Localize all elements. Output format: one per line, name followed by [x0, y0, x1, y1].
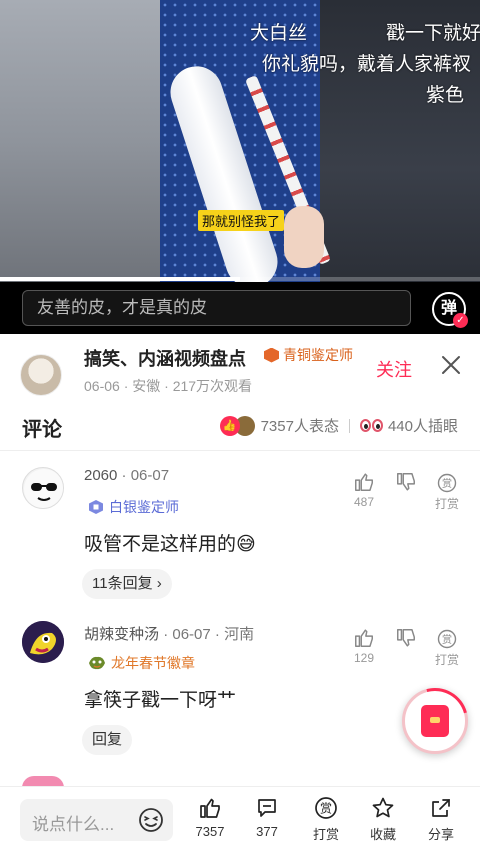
- video-subtitle: 那就别怪我了: [198, 210, 285, 231]
- bronze-badge-icon: [264, 347, 279, 363]
- share-icon: [432, 799, 450, 817]
- video-caption-top-right: 戳一下就好: [386, 23, 480, 44]
- video-caption-top-left: 大白丝: [250, 23, 308, 44]
- svg-text:赏: 赏: [320, 802, 332, 816]
- share-button[interactable]: 分享: [419, 796, 463, 843]
- comment-tip-button[interactable]: 赏 打赏: [432, 473, 462, 512]
- comment-username[interactable]: 胡辣变种汤: [84, 626, 159, 643]
- comment-dot: ·: [163, 626, 173, 643]
- comment-date: 06-07: [130, 467, 170, 484]
- comment-input[interactable]: 说点什么...: [20, 799, 173, 841]
- author-badge-label: 青铜鉴定师: [283, 347, 353, 363]
- comment-like-button[interactable]: 487: [349, 471, 379, 509]
- like-count: 7357: [195, 824, 225, 839]
- comment-dislike-button[interactable]: [391, 627, 421, 651]
- video-hand-figure: [284, 206, 324, 268]
- red-packet-icon: [421, 705, 449, 737]
- comment-avatar[interactable]: [22, 467, 64, 509]
- comment-avatar[interactable]: [22, 621, 64, 663]
- tip-button[interactable]: 赏 打赏: [304, 796, 348, 843]
- reaction-separator: [348, 418, 350, 433]
- author-avatar[interactable]: [20, 354, 62, 396]
- comment-bubble-icon: [258, 799, 276, 817]
- dragon-badge-icon: [89, 656, 105, 670]
- thumbs-up-reaction-icon: 👍: [219, 415, 240, 436]
- red-packet-button[interactable]: [389, 675, 480, 767]
- video-player[interactable]: 大白丝 戳一下就好 你礼貌吗，戴着人家裤衩 紫色 那就别怪我了: [0, 0, 480, 282]
- comment-like-button[interactable]: 129: [349, 627, 379, 665]
- comment-like-count: 487: [353, 495, 375, 509]
- comment-tag[interactable]: 白银鉴定师: [88, 497, 179, 517]
- author-badge[interactable]: 青铜鉴定师: [264, 345, 353, 365]
- author-name[interactable]: 搞笑、内涵视频盘点: [84, 345, 246, 371]
- thumbs-up-icon: [355, 629, 373, 647]
- favorite-label: 收藏: [369, 827, 396, 842]
- silver-badge-icon: [89, 500, 103, 514]
- video-caption-line2: 你礼貌吗，戴着人家裤衩: [262, 54, 472, 75]
- comment-username[interactable]: 2060: [84, 467, 117, 484]
- comment-count: 377: [256, 824, 278, 839]
- comment-location: 河南: [224, 626, 255, 643]
- comment-item: 胡辣变种汤 · 06-07 · 河南 龙年春节徽章 拿筷子戳一下呀艹 回复 12…: [0, 611, 480, 771]
- reaction-count: 7357人表态: [260, 418, 339, 435]
- comment-tag-label: 白银鉴定师: [109, 499, 179, 515]
- svg-text:赏: 赏: [442, 634, 452, 646]
- author-row: 搞笑、内涵视频盘点 青铜鉴定师 06-06 · 安徽 · 217万次观看 关注: [0, 334, 480, 402]
- view-replies-button[interactable]: 11条回复 ›: [82, 569, 172, 599]
- comment-text: 拿筷子戳一下呀艹: [84, 690, 237, 711]
- eyes-icon: [359, 419, 383, 432]
- tip-label: 打赏: [312, 827, 339, 842]
- comment-user-line: 胡辣变种汤 · 06-07 · 河南: [84, 623, 254, 644]
- comment-tip-label: 打赏: [434, 653, 459, 667]
- share-label: 分享: [427, 827, 454, 842]
- comment-date: 06-07: [172, 626, 211, 643]
- comment-dot: ·: [121, 467, 131, 484]
- favorite-button[interactable]: 收藏: [361, 796, 405, 843]
- follow-button[interactable]: 关注: [376, 356, 412, 382]
- comments-header: 评论 👍 7357人表态 440人插眼: [0, 402, 480, 450]
- eye-count: 440人插眼: [387, 418, 458, 435]
- video-caption-line3: 紫色: [426, 85, 465, 106]
- author-meta: 06-06 · 安徽 · 217万次观看: [84, 378, 253, 394]
- danmaku-toggle-button[interactable]: 弹 ✓: [432, 292, 468, 328]
- tip-icon: 赏: [437, 473, 457, 493]
- svg-text:赏: 赏: [442, 478, 452, 490]
- comment-button[interactable]: 377: [245, 796, 289, 839]
- thumbs-down-icon: [397, 629, 415, 647]
- comment-text: 吸管不是这样用的😅: [84, 534, 256, 555]
- video-progress-fill: [0, 277, 240, 281]
- thumbs-up-icon: [200, 798, 220, 818]
- comment-item: 2060 · 06-07 白银鉴定师 吸管不是这样用的😅 11条回复 › 487…: [0, 451, 480, 611]
- video-progress-bar[interactable]: [0, 277, 480, 281]
- star-icon: [372, 797, 394, 818]
- comments-title: 评论: [22, 419, 62, 441]
- video-left-panel: [0, 0, 160, 282]
- like-button[interactable]: 7357: [188, 796, 232, 839]
- emoji-icon[interactable]: [138, 807, 164, 833]
- tip-icon: 赏: [315, 797, 337, 819]
- bottom-action-bar: 说点什么... 7357 377 赏 打赏 收藏 分享: [0, 786, 480, 853]
- comment-tag-label: 龙年春节徽章: [111, 655, 195, 671]
- comment-user-line: 2060 · 06-07: [84, 467, 169, 484]
- thumbs-up-icon: [355, 473, 373, 491]
- comment-tip-button[interactable]: 赏 打赏: [432, 629, 462, 668]
- close-icon[interactable]: [440, 354, 462, 376]
- check-icon: ✓: [453, 313, 468, 328]
- danmaku-bar: 友善的皮，才是真的皮 弹 ✓: [0, 282, 480, 334]
- comment-like-count: 129: [353, 651, 375, 665]
- comment-tag[interactable]: 龙年春节徽章: [88, 653, 195, 673]
- comment-input-placeholder: 说点什么...: [32, 815, 115, 834]
- danmaku-input[interactable]: 友善的皮，才是真的皮: [22, 290, 411, 326]
- comment-dislike-button[interactable]: [391, 471, 421, 495]
- tip-icon: 赏: [437, 629, 457, 649]
- comment-tip-label: 打赏: [434, 497, 459, 511]
- comment-dot: ·: [214, 626, 225, 643]
- reactions-summary[interactable]: 👍 7357人表态 440人插眼: [219, 415, 458, 436]
- reply-button[interactable]: 回复: [82, 725, 133, 755]
- thumbs-down-icon: [397, 473, 415, 491]
